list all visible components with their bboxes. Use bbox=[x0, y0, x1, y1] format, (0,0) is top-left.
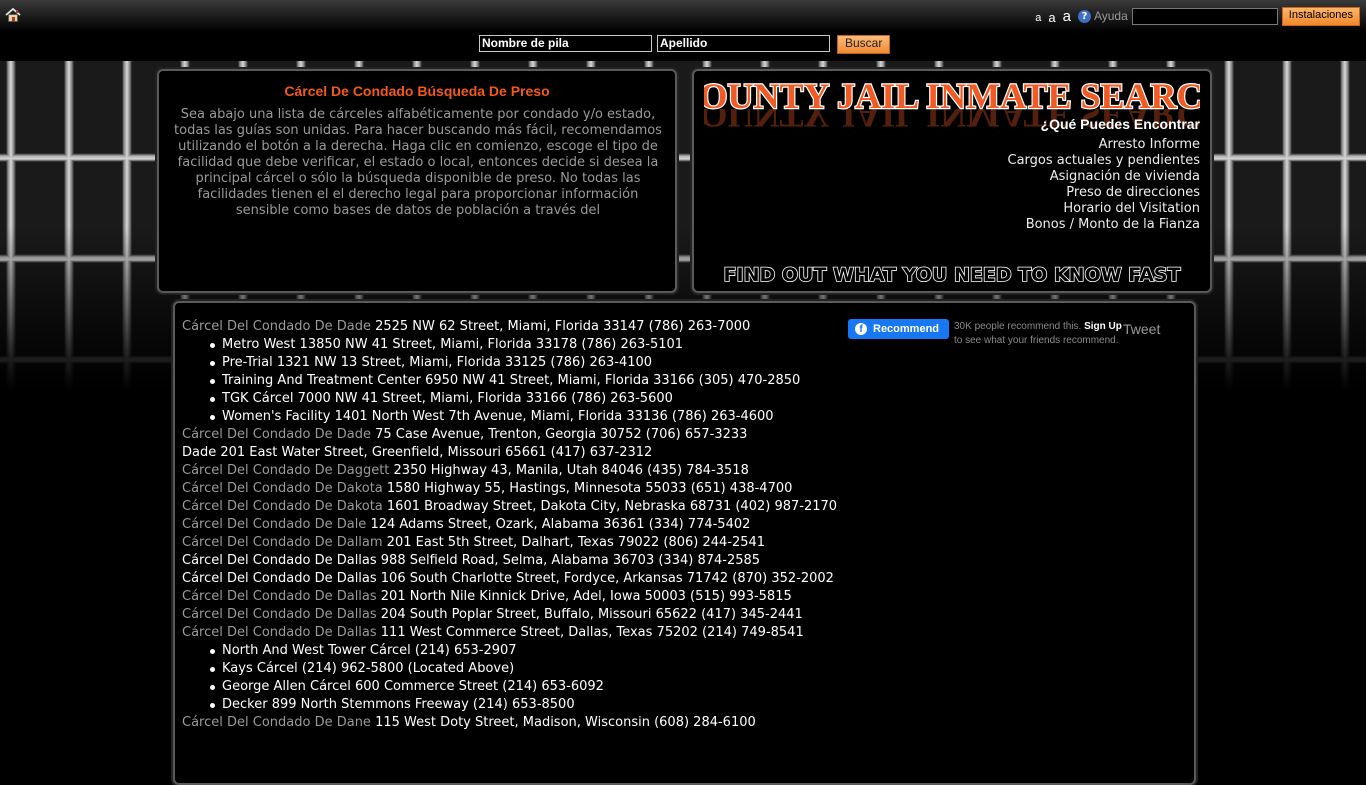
jail-address: 106 South Charlotte Street, Fordyce, Ark… bbox=[376, 571, 834, 586]
font-size-medium[interactable]: a bbox=[1048, 10, 1055, 25]
jail-county-link[interactable]: Cárcel Del Condado De Dallas bbox=[182, 571, 377, 586]
feature-item: Preso de direcciones bbox=[1066, 185, 1200, 200]
jail-entry: Cárcel Del Condado De Dakota 1580 Highwa… bbox=[182, 480, 842, 498]
jail-entry: Cárcel Del Condado De Dane 115 West Doty… bbox=[182, 714, 842, 732]
intro-text: Sea abajo una lista de cárceles alfabéti… bbox=[174, 107, 662, 217]
jail-address: 124 Adams Street, Ozark, Alabama 36361 (… bbox=[366, 517, 751, 532]
jail-address: 115 West Doty Street, Madison, Wisconsin… bbox=[370, 715, 756, 730]
jail-county-link[interactable]: Cárcel Del Condado De Dallas bbox=[182, 589, 377, 604]
jail-entry: Cárcel Del Condado De Daggett 2350 Highw… bbox=[182, 462, 842, 480]
jail-county-link[interactable]: Dade bbox=[182, 445, 216, 460]
jail-address: 1580 Highway 55, Hastings, Minnesota 550… bbox=[382, 481, 793, 496]
jail-address: 2350 Highway 43, Manila, Utah 84046 (435… bbox=[389, 463, 749, 478]
jail-county-link[interactable]: Cárcel Del Condado De Dakota bbox=[182, 481, 383, 496]
jail-county-link[interactable]: Cárcel Del Condado De Dallas bbox=[182, 607, 377, 622]
jail-address: 1601 Broadway Street, Dakota City, Nebra… bbox=[382, 499, 838, 514]
recommend-text: 30K people recommend this. Sign Up to se… bbox=[954, 321, 1122, 346]
feature-item: Bonos / Monto de la Fianza bbox=[1025, 217, 1200, 232]
jail-sub-facility: Women's Facility 1401 North West 7th Ave… bbox=[182, 408, 842, 426]
features-list: Arresto Informe Cargos actuales y pendie… bbox=[1008, 137, 1201, 233]
jail-entry: Cárcel Del Condado De Dallas 988 Selfiel… bbox=[182, 552, 842, 570]
jail-entry: Dade 201 East Water Street, Greenfield, … bbox=[182, 444, 842, 462]
font-size-small[interactable]: a bbox=[1035, 12, 1041, 24]
jail-entry: Cárcel Del Condado De Dallas 106 South C… bbox=[182, 570, 842, 588]
jail-address: 201 North Nile Kinnick Drive, Adel, Iowa… bbox=[376, 589, 792, 604]
jail-sub-facility: Pre-Trial 1321 NW 13 Street, Miami, Flor… bbox=[182, 354, 842, 372]
jail-list: Cárcel Del Condado De Dade 2525 NW 62 St… bbox=[182, 318, 842, 732]
home-icon[interactable] bbox=[5, 7, 21, 23]
jail-county-link[interactable]: Cárcel Del Condado De Dade bbox=[182, 319, 371, 334]
jail-address: 2525 NW 62 Street, Miami, Florida 33147 … bbox=[370, 319, 751, 334]
jail-entry: Cárcel Del Condado De Dade 75 Case Avenu… bbox=[182, 426, 842, 444]
jail-entry: Cárcel Del Condado De Dakota 1601 Broadw… bbox=[182, 498, 842, 516]
jail-sub-facility: Decker 899 North Stemmons Freeway (214) … bbox=[182, 696, 842, 714]
jail-county-link[interactable]: Cárcel Del Condado De Dallas bbox=[182, 625, 377, 640]
help-label[interactable]: Ayuda bbox=[1094, 9, 1128, 23]
jail-entry: Cárcel Del Condado De Dallas 201 North N… bbox=[182, 588, 842, 606]
jail-sub-facility: Metro West 13850 NW 41 Street, Miami, Fl… bbox=[182, 336, 842, 354]
jail-entry: Cárcel Del Condado De Dale 124 Adams Str… bbox=[182, 516, 842, 534]
jail-address: 201 East 5th Street, Dalhart, Texas 7902… bbox=[382, 535, 766, 550]
features-heading: ¿Qué Puedes Encontrar bbox=[1040, 116, 1200, 132]
intro-title: Cárcel De Condado Búsqueda De Preso bbox=[284, 83, 550, 99]
inmate-search-form: Nombre de pila Apellido Buscar bbox=[479, 35, 891, 54]
jail-county-link[interactable]: Cárcel Del Condado De Dallas bbox=[182, 553, 377, 568]
jail-entry: Cárcel Del Condado De Dallam 201 East 5t… bbox=[182, 534, 842, 552]
install-button[interactable]: Instalaciones bbox=[1281, 6, 1360, 26]
jail-sub-facility: Kays Cárcel (214) 962-5800 (Located Abov… bbox=[182, 660, 842, 678]
last-name-input[interactable]: Apellido bbox=[657, 35, 830, 52]
jail-county-link[interactable]: Cárcel Del Condado De Dallam bbox=[182, 535, 383, 550]
social-share: f Recommend 30K people recommend this. S… bbox=[848, 318, 1188, 368]
feature-item: Horario del Visitation bbox=[1063, 201, 1200, 216]
jail-entry: Cárcel Del Condado De Dade 2525 NW 62 St… bbox=[182, 318, 842, 336]
jail-sub-facility: George Allen Cárcel 600 Commerce Street … bbox=[182, 678, 842, 696]
tweet-button[interactable]: Tweet bbox=[1123, 321, 1160, 337]
svg-text:FIND OUT WHAT YOU NEED TO KNOW: FIND OUT WHAT YOU NEED TO KNOW FAST bbox=[724, 264, 1181, 285]
jail-county-link[interactable]: Cárcel Del Condado De Dade bbox=[182, 427, 371, 442]
jail-address: 201 East Water Street, Greenfield, Misso… bbox=[216, 445, 653, 460]
recommend-label: Recommend bbox=[873, 323, 940, 335]
help-icon[interactable]: ? bbox=[1077, 9, 1091, 23]
facebook-recommend-button[interactable]: f Recommend bbox=[848, 319, 949, 339]
font-size-large[interactable]: a bbox=[1063, 8, 1071, 25]
tagline: FIND OUT WHAT YOU NEED TO KNOW FAST bbox=[723, 263, 1182, 285]
feature-item: Asignación de vivienda bbox=[1049, 169, 1200, 184]
jail-entry: Cárcel Del Condado De Dallas 111 West Co… bbox=[182, 624, 842, 642]
jail-address: 204 South Poplar Street, Buffalo, Missou… bbox=[376, 607, 803, 622]
jail-address: 75 Case Avenue, Trenton, Georgia 30752 (… bbox=[370, 427, 748, 442]
toolbar: a a a ? Ayuda Instalaciones bbox=[1035, 6, 1360, 26]
facebook-icon: f bbox=[855, 323, 867, 335]
feature-item: Arresto Informe bbox=[1098, 137, 1200, 152]
jail-sub-facility: Training And Treatment Center 6950 NW 41… bbox=[182, 372, 842, 390]
signup-link[interactable]: Sign Up bbox=[1084, 321, 1122, 332]
jail-entry: Cárcel Del Condado De Dallas 204 South P… bbox=[182, 606, 842, 624]
jail-sub-facility: TGK Cárcel 7000 NW 41 Street, Miami, Flo… bbox=[182, 390, 842, 408]
features-panel: COUNTY JAIL INMATE SEARCH COUNTY JAIL IN… bbox=[692, 69, 1212, 293]
feature-item: Cargos actuales y pendientes bbox=[1007, 153, 1201, 168]
jail-address: 111 West Commerce Street, Dallas, Texas … bbox=[376, 625, 804, 640]
intro-panel: Cárcel De Condado Búsqueda De Preso Sea … bbox=[157, 69, 677, 293]
help-search-input[interactable] bbox=[1131, 7, 1278, 25]
jail-address: 988 Selfield Road, Selma, Alabama 36703 … bbox=[376, 553, 761, 568]
jail-county-link[interactable]: Cárcel Del Condado De Dakota bbox=[182, 499, 383, 514]
jail-sub-facility: North And West Tower Cárcel (214) 653-29… bbox=[182, 642, 842, 660]
jail-listing-panel: Cárcel Del Condado De Dade 2525 NW 62 St… bbox=[173, 301, 1196, 785]
jail-county-link[interactable]: Cárcel Del Condado De Daggett bbox=[182, 463, 389, 478]
top-bar: a a a ? Ayuda Instalaciones bbox=[0, 0, 1366, 32]
first-name-input[interactable]: Nombre de pila bbox=[479, 35, 652, 52]
search-button[interactable]: Buscar bbox=[837, 35, 891, 54]
jail-county-link[interactable]: Cárcel Del Condado De Dane bbox=[182, 715, 371, 730]
jail-county-link[interactable]: Cárcel Del Condado De Dale bbox=[182, 517, 366, 532]
